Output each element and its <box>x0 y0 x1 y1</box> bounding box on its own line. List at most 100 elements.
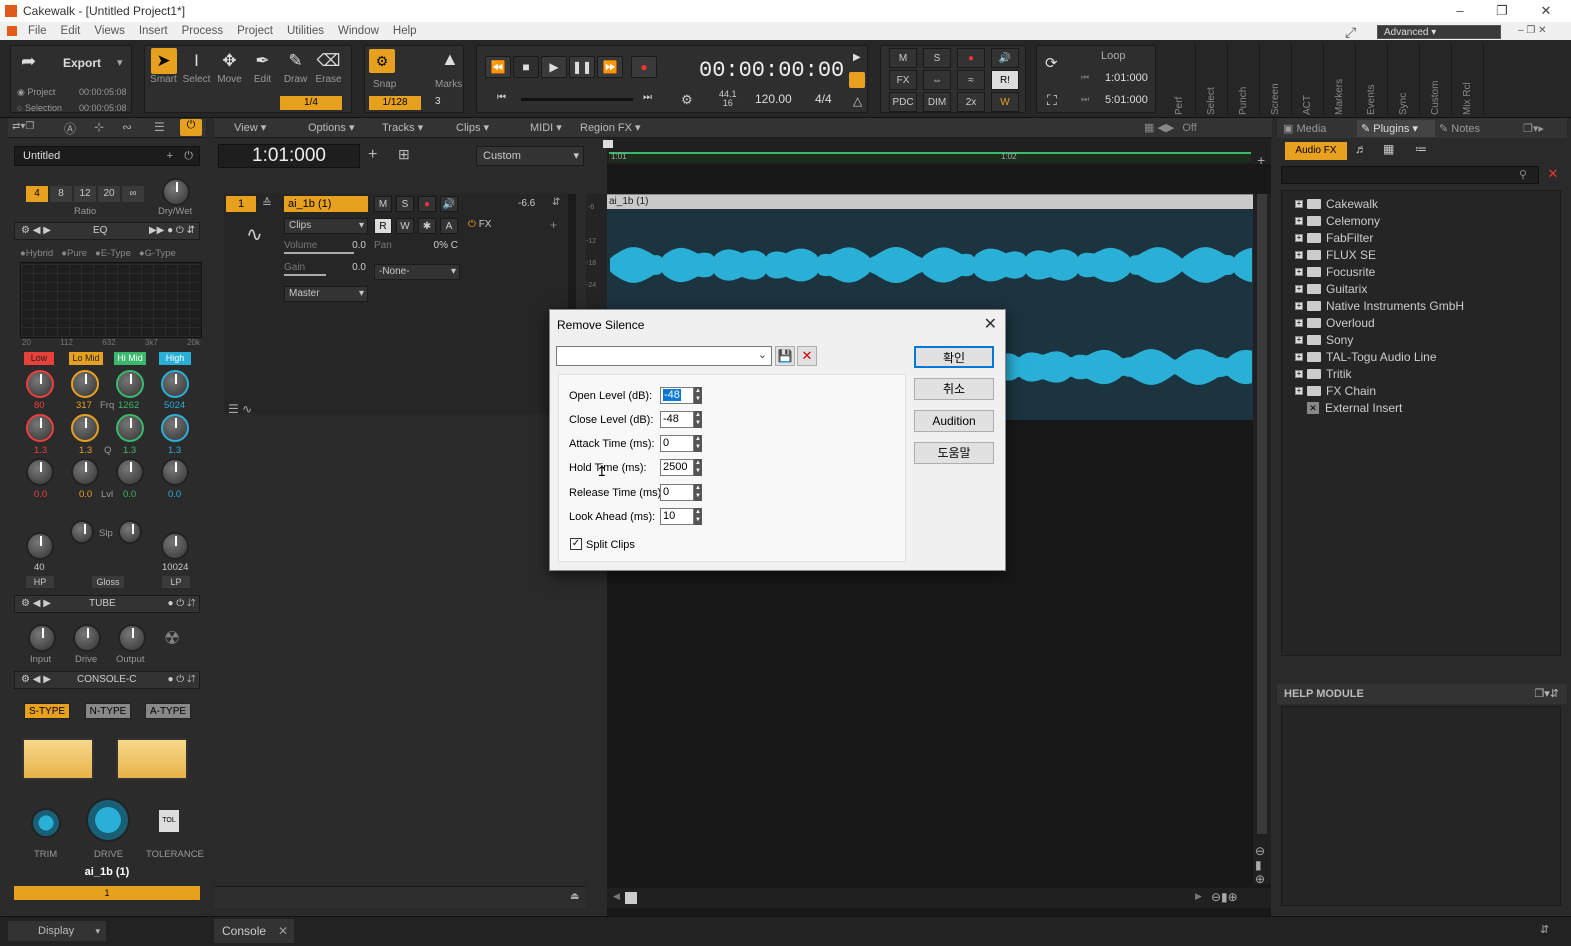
tab-plugins[interactable]: ✎ Plugins ▾ <box>1357 119 1435 137</box>
expand-icon[interactable]: + <box>1295 319 1303 327</box>
snap-value-field[interactable]: 1/4 <box>280 96 342 110</box>
horizontal-zoom-icons[interactable]: ⊖▮⊕ <box>1211 890 1238 904</box>
expand-icon[interactable]: + <box>1295 234 1303 242</box>
add-ruler-icon[interactable]: + <box>1257 152 1265 168</box>
help-button[interactable]: 도움말 <box>914 442 994 464</box>
write-automation-icon[interactable]: W <box>991 92 1019 112</box>
eq-controls-icon[interactable]: ▶▶ ● ⏻ ⇵ <box>149 223 195 239</box>
horizontal-scrollbar[interactable]: ◀ ▶ ⊖▮⊕ <box>607 888 1271 908</box>
eq-mode-etype[interactable]: ●E-Type <box>95 248 131 259</box>
eq-band-low[interactable]: Low <box>24 352 54 365</box>
solo-all-button[interactable]: S <box>923 48 951 68</box>
eq-band-lomid[interactable]: Lo Mid <box>69 352 103 365</box>
hold-time-spinner[interactable]: ▲ ▼ <box>694 459 702 476</box>
marks-icon[interactable]: ▲ <box>441 49 459 70</box>
track-pane-collapse-icon[interactable]: ⏏ <box>570 891 579 902</box>
plugin-folder-guitarix[interactable]: + Guitarix <box>1295 282 1367 296</box>
save-preset-icon[interactable]: 💾 <box>775 346 795 366</box>
expand-icon[interactable]: + <box>1295 285 1303 293</box>
tab-mix-recall[interactable]: Mix Rcl <box>1452 43 1484 115</box>
expand-icon[interactable]: ⤢ <box>1345 24 1356 41</box>
stop-icon[interactable]: ■ <box>513 56 539 78</box>
menu-process[interactable]: Process <box>175 25 231 37</box>
clip-name[interactable]: ai_1b (1) <box>607 195 1253 209</box>
nudge-value-field[interactable]: 1/128 <box>369 96 421 110</box>
himid-gain-knob[interactable] <box>116 458 144 486</box>
loop-end[interactable]: 5:01:000 <box>1105 94 1148 106</box>
automation-icon[interactable]: ≈ <box>957 70 985 90</box>
read-automation-icon[interactable]: R! <box>991 70 1019 90</box>
tab-select[interactable]: Select <box>1196 43 1228 115</box>
export-icon[interactable]: ➦ <box>21 51 36 72</box>
prochannel-power-icon[interactable]: ⏻ <box>180 119 202 136</box>
gloss-button[interactable]: Gloss <box>92 576 124 588</box>
a-type-button[interactable]: A-TYPE <box>145 703 191 719</box>
low-q-knob[interactable] <box>26 414 54 442</box>
n-type-button[interactable]: N-TYPE <box>85 703 131 719</box>
track-expand-icon[interactable]: ⇵ <box>552 197 560 208</box>
instrument-icon[interactable]: ♬ <box>1355 142 1367 156</box>
selection-radio[interactable]: ○ Selection <box>17 103 62 113</box>
add-track-icon[interactable]: + <box>368 146 377 164</box>
expand-icon[interactable]: + <box>1295 217 1303 225</box>
meter-value[interactable]: 4/4 <box>815 92 832 106</box>
browser-options-icon[interactable]: ❐▾▸ <box>1523 122 1544 135</box>
hold-time-input[interactable]: 2500 <box>660 459 694 476</box>
scroll-left-icon[interactable]: ◀ <box>613 891 620 902</box>
track-mute-button[interactable]: M <box>374 196 392 212</box>
eq-graph[interactable] <box>20 262 202 338</box>
track-name[interactable]: ai_1b (1) <box>284 196 368 212</box>
release-time-input[interactable]: 0 <box>660 484 694 501</box>
tolerance-switch[interactable]: TOL <box>159 810 179 832</box>
menu-file[interactable]: File <box>21 25 54 37</box>
tube-module-header[interactable]: ⚙ ◀ ▶ TUBE ● ⏻ ⇵ <box>14 595 200 613</box>
eq-mode-gtype[interactable]: ●G-Type <box>139 248 176 259</box>
mdi-buttons[interactable]: – ❐ ✕ <box>1518 25 1546 36</box>
dialog-close-icon[interactable]: ✕ <box>984 314 997 334</box>
tab-events[interactable]: Events <box>1356 43 1388 115</box>
record-arm-icon[interactable]: ● <box>957 48 985 68</box>
metronome-settings-icon[interactable]: ⚙ <box>681 92 693 108</box>
tv-menu-clips[interactable]: Clips ▾ <box>456 121 530 134</box>
menu-app-icon[interactable] <box>7 26 17 36</box>
lomid-freq-knob[interactable] <box>71 370 99 398</box>
console-nav-icon[interactable]: ⚙ ◀ ▶ <box>21 672 51 688</box>
hp-button[interactable]: HP <box>26 576 54 588</box>
inspector-tab-fx-icon[interactable]: ∾ <box>122 120 132 134</box>
clear-search-icon[interactable]: ✕ <box>1543 166 1563 184</box>
low-slope-knob[interactable] <box>70 520 94 544</box>
high-q-knob[interactable] <box>161 414 189 442</box>
snap-icon[interactable]: ⚙ <box>369 49 395 73</box>
plugin-folder-focusrite[interactable]: + Focusrite <box>1295 265 1375 279</box>
inspector-track-name[interactable]: ai_1b (1) <box>14 866 200 878</box>
cancel-button[interactable]: 취소 <box>914 378 994 400</box>
tab-markers[interactable]: Markers <box>1324 43 1356 115</box>
inspector-tab-a-icon[interactable]: Ⓐ <box>64 120 76 137</box>
himid-freq-knob[interactable] <box>116 370 144 398</box>
audio-fx-button[interactable]: Audio FX <box>1285 142 1347 160</box>
goto-start-icon[interactable]: ⏮ <box>497 92 506 103</box>
tempo-value[interactable]: 120.00 <box>755 92 792 106</box>
tv-menu-region-fx[interactable]: Region FX ▾ <box>580 121 654 134</box>
delete-preset-icon[interactable]: ✕ <box>797 346 817 366</box>
tool-erase[interactable]: ⌫ Erase <box>312 48 345 85</box>
track-number[interactable]: 1 <box>226 196 256 212</box>
restore-icon[interactable]: ❐ <box>1482 0 1522 22</box>
menu-utilities[interactable]: Utilities <box>280 25 331 37</box>
loop-toggle-icon[interactable]: ⟳ <box>1045 54 1058 72</box>
tool-smart[interactable]: ➤ Smart <box>147 48 180 85</box>
read-automation-button[interactable]: R <box>374 218 392 234</box>
transport-play-mode-icon[interactable]: ▶ <box>853 52 861 63</box>
look-ahead-spinner[interactable]: ▲ ▼ <box>694 508 702 525</box>
eq-band-high[interactable]: High <box>159 352 191 365</box>
vertical-scrollbar[interactable] <box>1253 194 1271 884</box>
pause-icon[interactable]: ❚❚ <box>569 56 595 78</box>
preset-combo[interactable]: ⌄ <box>556 346 772 366</box>
multidock-expand-icon[interactable]: ⇵ <box>1540 923 1549 936</box>
eq-nav-icon[interactable]: ⚙ ◀ ▶ <box>21 223 51 239</box>
track-template-icon[interactable]: ⊞ <box>398 146 410 163</box>
vertical-scroll-thumb[interactable] <box>1257 194 1267 834</box>
output-selector[interactable]: Master ▾ <box>284 286 368 302</box>
look-ahead-input[interactable]: 10 <box>660 508 694 525</box>
expand-icon[interactable]: + <box>1295 387 1303 395</box>
